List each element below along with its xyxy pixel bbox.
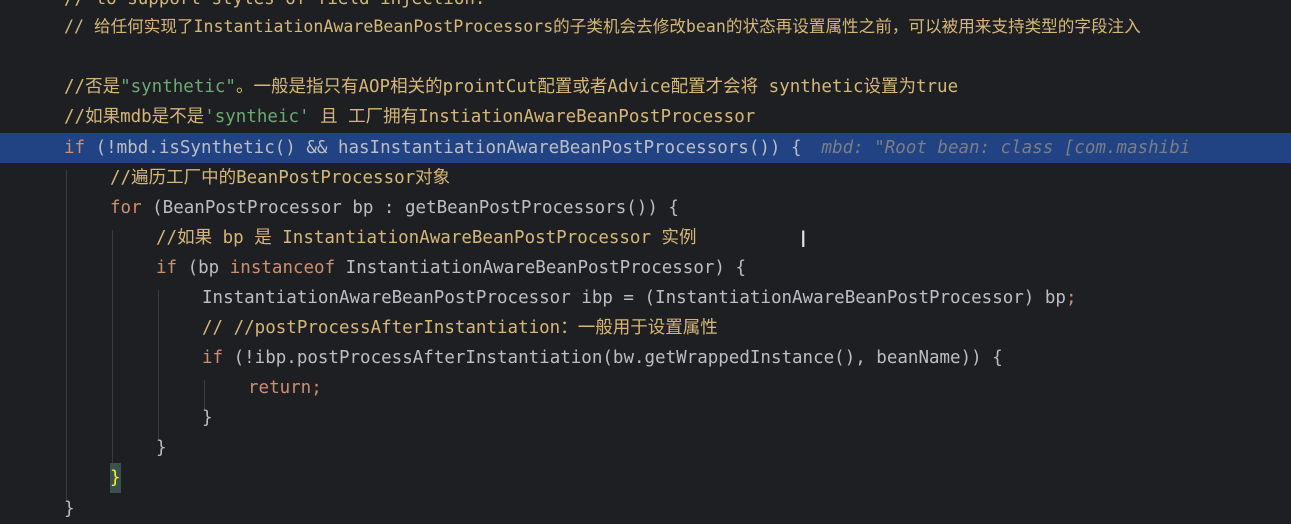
text-cursor-icon: I [800,228,807,253]
code-line[interactable]: for (BeanPostProcessor bp : getBeanPostP… [0,193,1291,223]
if-post-process-statement: if (!ibp.postProcessAfterInstantiation(b… [202,348,1003,368]
closing-brace: } [156,438,167,458]
comment: //遍历工厂中的BeanPostProcessor对象 [110,168,451,188]
code-line[interactable]: } [0,494,1291,524]
closing-brace: } [64,499,75,519]
comment: //如果mdb是不是'syntheic' 且 工厂拥有InstiationAwa… [64,107,756,127]
code-line[interactable]: } [0,463,1291,493]
comment: //否是"synthetic"。一般是指只有AOP相关的prointCut配置或… [64,77,959,97]
code-text: if (!mbd.isSynthetic() && hasInstantiati… [64,133,1190,163]
comment: // 给任何实现了InstantiationAwareBeanPostProce… [64,17,1141,36]
comment: //如果 bp 是 InstantiationAwareBeanPostProc… [156,228,697,248]
closing-brace: } [202,408,213,428]
code-line[interactable]: } [0,403,1291,433]
code-line[interactable]: if (bp instanceof InstantiationAwareBean… [0,253,1291,283]
if-instanceof-statement: if (bp instanceof InstantiationAwareBean… [156,258,747,278]
if-statement: if (!mbd.isSynthetic() && hasInstantiati… [64,138,802,158]
code-line-current[interactable]: if (!mbd.isSynthetic() && hasInstantiati… [0,133,1291,163]
code-line[interactable]: //遍历工厂中的BeanPostProcessor对象 [0,163,1291,193]
matched-closing-brace: } [110,463,121,493]
return-statement: return; [248,378,322,398]
code-editor[interactable]: // to support styles of field injection.… [0,0,1291,524]
code-line[interactable]: // 给任何实现了InstantiationAwareBeanPostProce… [0,12,1291,42]
for-statement: for (BeanPostProcessor bp : getBeanPostP… [110,198,679,218]
code-line[interactable]: //如果mdb是不是'syntheic' 且 工厂拥有InstiationAwa… [0,102,1291,132]
comment: // //postProcessAfterInstantiation：一般用于设… [202,318,718,338]
code-line[interactable]: if (!ibp.postProcessAfterInstantiation(b… [0,343,1291,373]
cast-statement: InstantiationAwareBeanPostProcessor ibp … [202,288,1077,308]
code-line[interactable]: } [0,433,1291,463]
code-line[interactable]: InstantiationAwareBeanPostProcessor ibp … [0,283,1291,313]
code-line[interactable]: //否是"synthetic"。一般是指只有AOP相关的prointCut配置或… [0,72,1291,102]
code-line[interactable]: //如果 bp 是 InstantiationAwareBeanPostProc… [0,223,1291,253]
inline-debug-hint: mbd: "Root bean: class [com.mashibi [821,138,1191,158]
code-line[interactable]: // //postProcessAfterInstantiation：一般用于设… [0,313,1291,343]
code-line[interactable]: return; [0,373,1291,403]
